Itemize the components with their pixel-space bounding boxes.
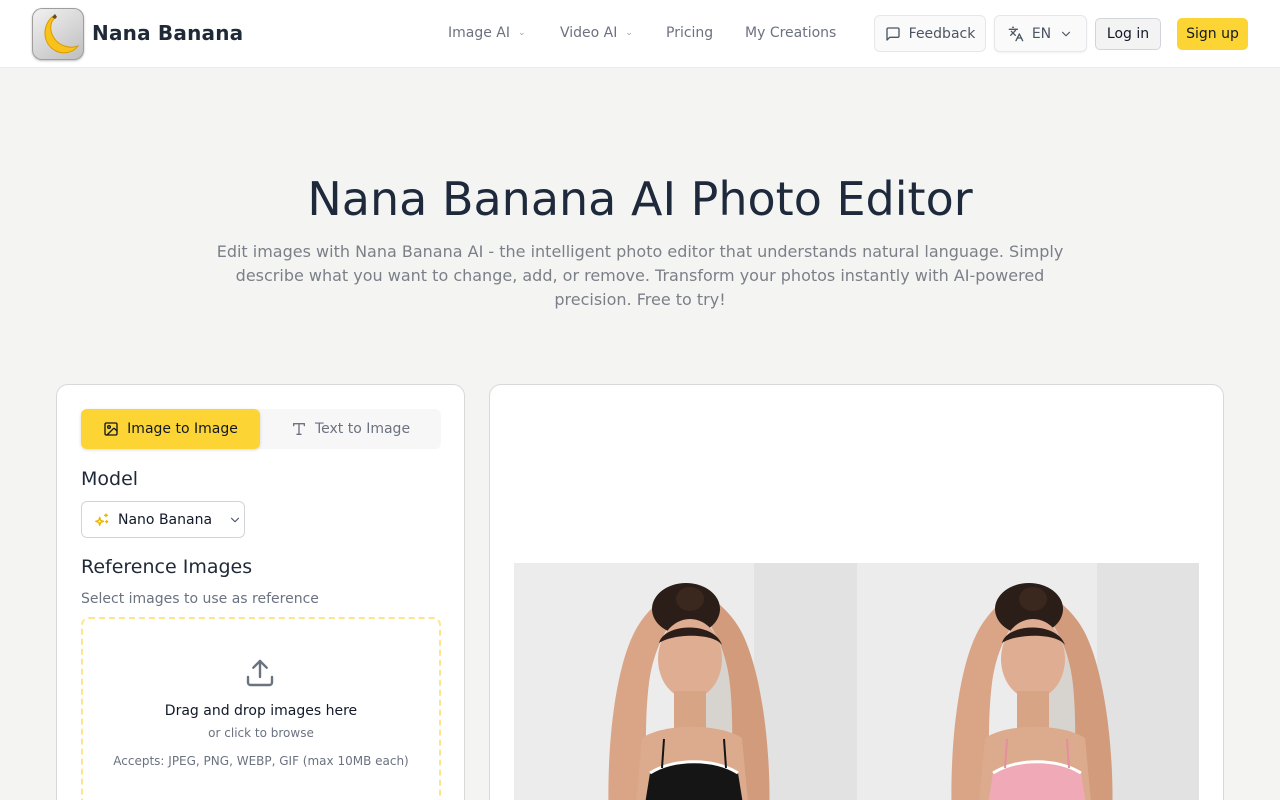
signup-button[interactable]: Sign up — [1177, 18, 1248, 50]
chevron-down-icon — [1062, 31, 1071, 36]
tab-image-to-image[interactable]: Image to Image — [81, 409, 260, 449]
nav-video-ai-label: Video AI — [560, 25, 618, 41]
login-button[interactable]: Log in — [1095, 18, 1161, 50]
reference-images-help: Select images to use as reference — [81, 591, 319, 607]
feedback-label: Feedback — [908, 25, 976, 42]
tab-image-to-image-label: Image to Image — [127, 421, 238, 437]
nav-image-ai-label: Image AI — [448, 25, 511, 41]
preview-panel — [489, 384, 1224, 800]
text-icon — [292, 423, 305, 435]
mode-tabs: Image to Image Text to Image — [81, 409, 441, 449]
page-subtitle: Edit images with Nana Banana AI - the in… — [216, 242, 1064, 309]
top-navbar: Nana Banana Image AI ⌄ Video AI ⌄ Pricin… — [0, 0, 1280, 68]
before-photo — [514, 563, 857, 800]
model-select[interactable]: Nano Banana — [81, 501, 245, 538]
image-dropzone[interactable]: Drag and drop images here or click to br… — [81, 617, 441, 800]
message-square-icon — [885, 26, 900, 41]
model-value: Nano Banana — [118, 511, 213, 528]
image-icon — [104, 422, 118, 436]
nav-pricing[interactable]: Pricing — [666, 25, 713, 41]
after-photo — [857, 563, 1199, 800]
nav-image-ai[interactable]: Image AI ⌄ — [448, 25, 526, 41]
nav-my-creations[interactable]: My Creations — [745, 25, 836, 41]
dropzone-subtitle: or click to browse — [208, 726, 314, 740]
chevron-down-icon — [230, 517, 240, 522]
language-value: EN — [1031, 25, 1052, 42]
nav-my-creations-label: My Creations — [745, 25, 837, 41]
language-selector[interactable]: EN — [994, 15, 1087, 52]
dropzone-title: Drag and drop images here — [164, 703, 358, 719]
page-title: Nana Banana AI Photo Editor — [307, 172, 973, 226]
brand-name[interactable]: Nana Banana — [92, 21, 243, 45]
dropzone-accepts: Accepts: JPEG, PNG, WEBP, GIF (max 10MB … — [113, 754, 409, 768]
nav-video-ai[interactable]: Video AI ⌄ — [560, 25, 633, 41]
feedback-button[interactable]: Feedback — [874, 15, 986, 52]
tab-text-to-image-label: Text to Image — [314, 421, 411, 437]
tab-text-to-image[interactable]: Text to Image — [260, 409, 441, 449]
banana-logo-icon[interactable] — [32, 8, 84, 60]
nav-pricing-label: Pricing — [666, 25, 714, 41]
chevron-down-icon: ⌄ — [518, 28, 526, 38]
model-label: Model — [81, 468, 139, 490]
before-after-preview — [514, 563, 1199, 800]
translate-icon — [1008, 26, 1024, 41]
sparkles-icon — [95, 512, 109, 526]
chevron-down-icon: ⌄ — [625, 28, 633, 38]
upload-icon — [246, 659, 274, 687]
reference-images-label: Reference Images — [81, 556, 253, 578]
editor-panel: Image to Image Text to Image Model Nano … — [56, 384, 465, 800]
